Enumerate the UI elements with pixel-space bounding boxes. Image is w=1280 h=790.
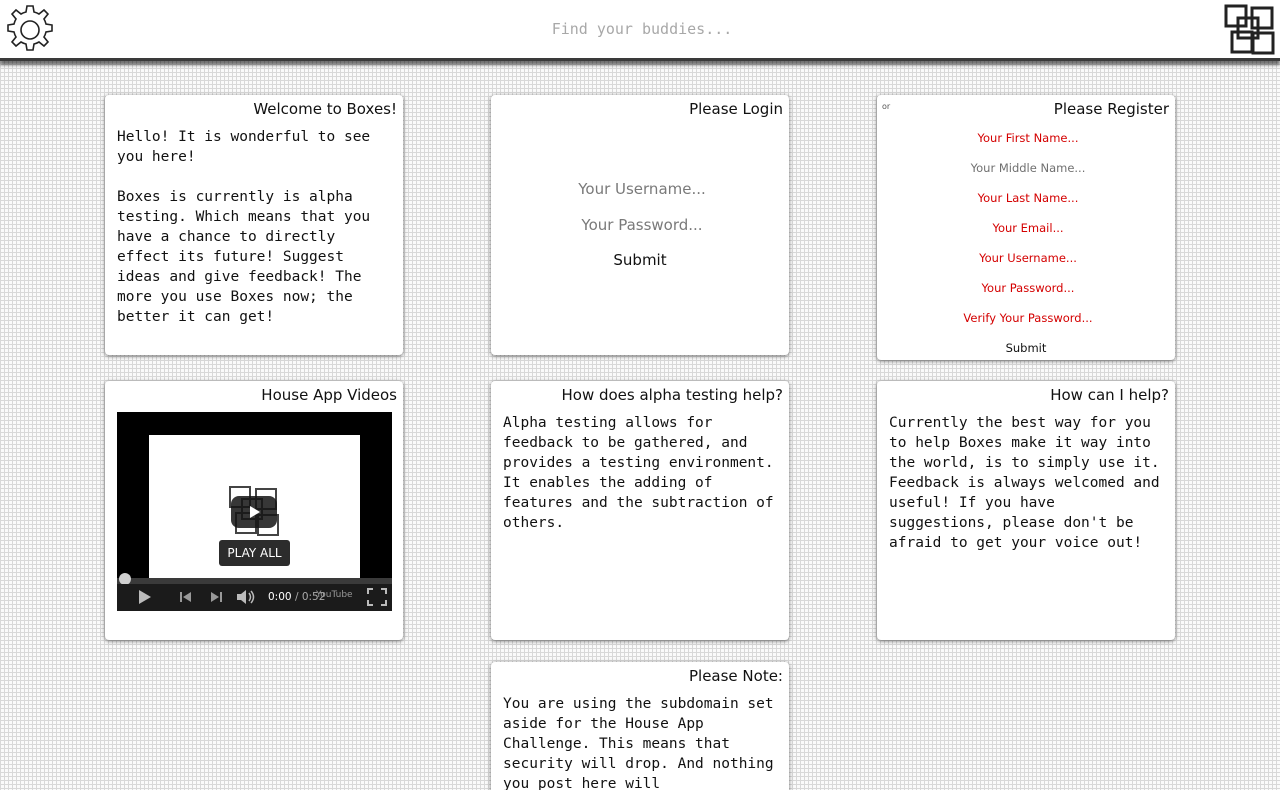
card-title: House App Videos <box>261 386 397 404</box>
card-body: Hello! It is wonderful to see you here! … <box>117 129 371 325</box>
card-title: Please Note: <box>688 667 783 685</box>
password-input[interactable] <box>491 215 789 235</box>
welcome-card: Welcome to Boxes! Hello! It is wonderful… <box>105 95 403 355</box>
video-controls: 0:00 / 0:52 YouTube <box>117 584 392 611</box>
login-card: Please Login Submit <box>491 95 789 355</box>
video-player[interactable]: by Matthew Bosley PLAY ALL <box>117 412 392 611</box>
play-icon <box>250 506 260 518</box>
verify-password-field[interactable] <box>877 310 1175 326</box>
login-submit-button[interactable]: Submit <box>590 250 690 270</box>
card-body: Alpha testing allows for feedback to be … <box>503 415 783 531</box>
previous-icon[interactable] <box>179 588 193 606</box>
videos-card: House App Videos by Matthew Bosley PLAY … <box>105 381 403 640</box>
how-help-card: How can I help? Currently the best way f… <box>877 381 1175 640</box>
card-title: Please Register <box>1053 100 1169 118</box>
play-all-button[interactable]: PLAY ALL <box>219 540 290 566</box>
fullscreen-icon[interactable] <box>367 588 387 606</box>
top-bar <box>0 0 1280 61</box>
first-name-field[interactable] <box>877 130 1175 146</box>
current-time: 0:00 <box>268 591 292 603</box>
next-icon[interactable] <box>209 588 223 606</box>
note-card: Please Note: You are using the subdomain… <box>491 662 789 790</box>
boxes-logo[interactable] <box>1224 4 1276 56</box>
card-title: How can I help? <box>1050 386 1169 404</box>
alpha-help-card: How does alpha testing help? Alpha testi… <box>491 381 789 640</box>
play-control-icon[interactable] <box>137 588 153 606</box>
search-input[interactable] <box>440 14 844 44</box>
register-password-field[interactable] <box>877 280 1175 296</box>
card-title: Welcome to Boxes! <box>253 100 397 118</box>
register-card: or Please Register Submit <box>877 95 1175 360</box>
youtube-logo[interactable]: YouTube <box>316 590 353 600</box>
card-body: You are using the subdomain set aside fo… <box>503 696 783 790</box>
volume-icon[interactable] <box>236 588 256 606</box>
card-body: Currently the best way for you to help B… <box>889 415 1169 551</box>
or-label: or <box>882 102 891 111</box>
last-name-field[interactable] <box>877 190 1175 206</box>
gear-icon[interactable] <box>4 4 56 56</box>
card-title: Please Login <box>689 100 783 118</box>
username-input[interactable] <box>491 179 789 199</box>
middle-name-field[interactable] <box>877 160 1175 176</box>
register-submit-button[interactable]: Submit <box>976 340 1076 356</box>
email-field[interactable] <box>877 220 1175 236</box>
card-title: How does alpha testing help? <box>561 386 783 404</box>
register-username-field[interactable] <box>877 250 1175 266</box>
play-button[interactable] <box>231 496 277 528</box>
